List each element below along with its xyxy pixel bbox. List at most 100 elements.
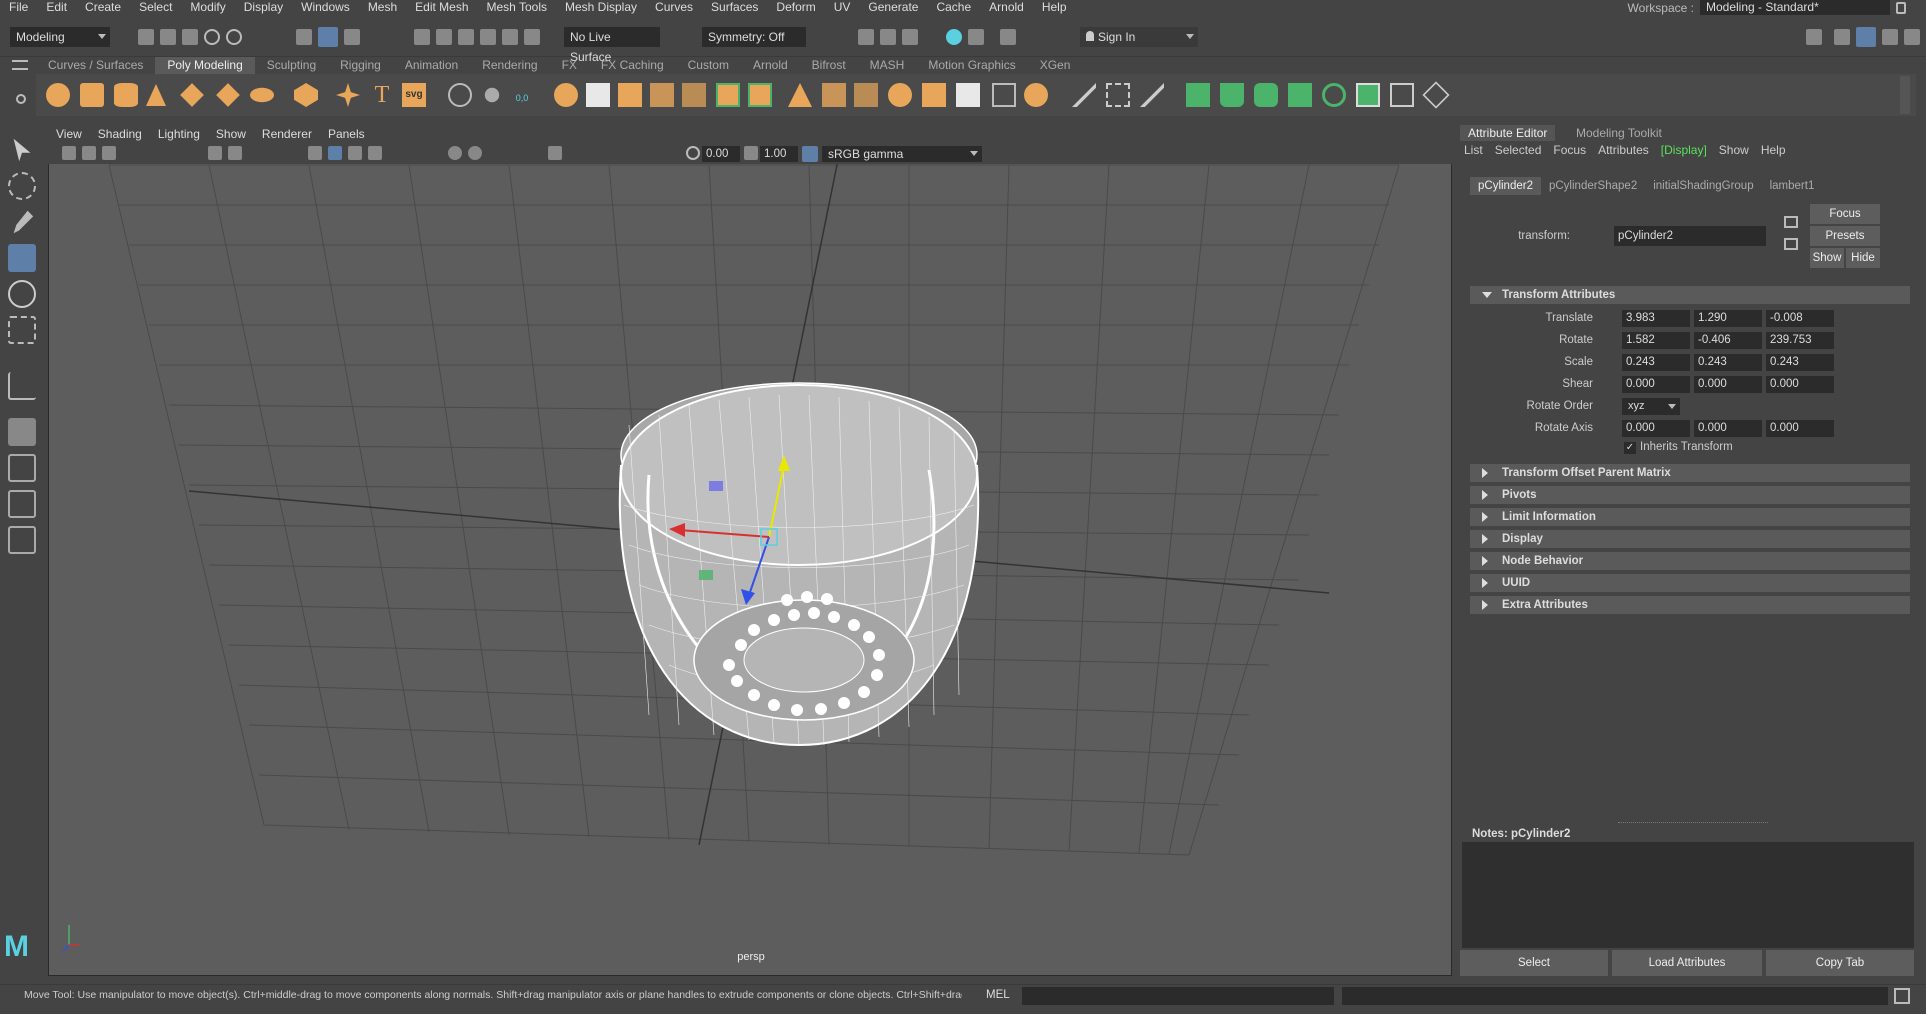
pause-icon[interactable]: [1000, 29, 1016, 45]
cylindrical-map-icon[interactable]: [1254, 83, 1278, 107]
ae-menu-display[interactable]: [Display]: [1655, 142, 1713, 158]
menu-cache[interactable]: Cache: [927, 0, 980, 15]
shelf-tab-rigging[interactable]: Rigging: [328, 57, 393, 74]
mesh-wireframe[interactable]: [618, 382, 980, 747]
menu-arnold[interactable]: Arnold: [980, 0, 1033, 15]
shelf-tab-rendering[interactable]: Rendering: [470, 57, 549, 74]
scale-y-field[interactable]: 0.243: [1694, 354, 1762, 371]
super-shape-icon[interactable]: [336, 83, 360, 107]
four-layout-icon[interactable]: [8, 454, 36, 482]
modeling-toolkit-icon[interactable]: [1806, 29, 1822, 45]
lock-icon[interactable]: [1896, 1, 1906, 14]
section-display[interactable]: Display: [1470, 530, 1910, 548]
color-management-icon[interactable]: [802, 146, 818, 162]
workspace-dropdown[interactable]: Modeling - Standard*: [1700, 0, 1890, 15]
menu-mesh[interactable]: Mesh: [359, 0, 406, 15]
tab-modeling-toolkit[interactable]: Modeling Toolkit: [1568, 125, 1670, 141]
new-scene-icon[interactable]: [138, 29, 154, 45]
menu-deform[interactable]: Deform: [767, 0, 824, 15]
insert-loop-icon[interactable]: [1106, 83, 1130, 107]
rotate-tool-icon[interactable]: [8, 280, 36, 308]
shear-z-field[interactable]: 0.000: [1766, 376, 1834, 393]
ae-menu-show[interactable]: Show: [1713, 142, 1755, 158]
gamma-icon[interactable]: [744, 146, 758, 160]
rotate-axis-z-field[interactable]: 0.000: [1766, 420, 1834, 437]
redo-icon[interactable]: [226, 29, 242, 45]
planar-map-icon[interactable]: [1220, 83, 1244, 107]
ae-menu-list[interactable]: List: [1458, 142, 1489, 158]
select-tool-icon[interactable]: [13, 138, 31, 162]
section-pivots[interactable]: Pivots: [1470, 486, 1910, 504]
multi-cut-icon[interactable]: [888, 83, 912, 107]
camera-attr-icon[interactable]: [82, 146, 96, 160]
scale-tool-icon[interactable]: [8, 316, 36, 344]
outliner-layout-icon[interactable]: [8, 526, 36, 554]
move-tool-icon[interactable]: [8, 244, 36, 272]
symmetry-dropdown[interactable]: Symmetry: Off: [702, 27, 806, 47]
quad-draw-icon[interactable]: [992, 83, 1016, 107]
poly-cube-icon[interactable]: [80, 83, 104, 107]
copy-tab-button[interactable]: Copy Tab: [1766, 950, 1914, 976]
menu-create[interactable]: Create: [76, 0, 130, 15]
shelf-tab-mash[interactable]: MASH: [858, 57, 917, 74]
textured-icon[interactable]: [348, 146, 362, 160]
menu-windows[interactable]: Windows: [292, 0, 359, 15]
merge-icon[interactable]: [1024, 83, 1048, 107]
shelf-settings-icon[interactable]: [16, 94, 26, 104]
poly-plane-icon[interactable]: [216, 83, 240, 107]
smooth-icon[interactable]: [618, 83, 642, 107]
section-node-behavior[interactable]: Node Behavior: [1470, 552, 1910, 570]
snap-point-icon[interactable]: [458, 29, 474, 45]
translate-y-field[interactable]: 1.290: [1694, 310, 1762, 327]
viewport-3d[interactable]: persp: [48, 124, 1452, 976]
poly-torus-icon[interactable]: [180, 83, 204, 107]
last-tool-icon[interactable]: [8, 372, 36, 400]
show-button[interactable]: Show: [1810, 248, 1844, 268]
shelf-tab-custom[interactable]: Custom: [676, 57, 741, 74]
rotate-order-dropdown[interactable]: xyz: [1622, 398, 1680, 415]
shelf-tab-poly-modeling[interactable]: Poly Modeling: [155, 57, 255, 74]
undo-icon[interactable]: [204, 29, 220, 45]
rotate-axis-x-field[interactable]: 0.000: [1622, 420, 1690, 437]
viewport-menu-renderer[interactable]: Renderer: [254, 127, 320, 141]
attribute-editor-icon[interactable]: [1834, 29, 1850, 45]
node-tab-pcylinder2[interactable]: pCylinder2: [1470, 177, 1541, 195]
select-hierarchy-icon[interactable]: [296, 29, 312, 45]
camera-select-icon[interactable]: [62, 146, 76, 160]
outliner-toggle-icon[interactable]: [1904, 29, 1920, 45]
section-transform-attributes[interactable]: Transform Attributes: [1470, 286, 1910, 304]
append-icon[interactable]: [822, 83, 846, 107]
ae-menu-selected[interactable]: Selected: [1489, 142, 1548, 158]
select-node-icon[interactable]: [1784, 216, 1798, 228]
menu-help[interactable]: Help: [1033, 0, 1076, 15]
viewport-canvas[interactable]: [49, 125, 1452, 976]
snap-surface-icon[interactable]: [502, 29, 518, 45]
workspace-selector[interactable]: Workspace : Modeling - Standard*: [1628, 0, 1906, 15]
tool-settings-icon[interactable]: [1882, 29, 1898, 45]
rotate-axis-y-field[interactable]: 0.000: [1694, 420, 1762, 437]
wireframe-icon[interactable]: [308, 146, 322, 160]
uv-editor-icon[interactable]: [1186, 83, 1210, 107]
poly-platonic-icon[interactable]: [294, 83, 318, 107]
rotate-z-field[interactable]: 239.753: [1766, 332, 1834, 349]
ae-menu-help[interactable]: Help: [1755, 142, 1792, 158]
notes-textarea[interactable]: [1462, 842, 1914, 948]
extrude-icon[interactable]: [716, 83, 740, 107]
combine-icon[interactable]: [554, 83, 578, 107]
node-tab-pcylindershape2[interactable]: pCylinderShape2: [1541, 177, 1645, 195]
exposure-field[interactable]: 0.00: [702, 146, 740, 162]
bevel-icon[interactable]: [748, 83, 772, 107]
film-gate-icon[interactable]: [228, 146, 242, 160]
layout-uv-icon[interactable]: [1356, 83, 1380, 107]
snap-vertex-icon[interactable]: [524, 29, 540, 45]
node-tab-lambert1[interactable]: lambert1: [1762, 177, 1823, 195]
render-settings-icon[interactable]: [902, 29, 918, 45]
rotate-y-field[interactable]: -0.406: [1694, 332, 1762, 349]
tab-attribute-editor[interactable]: Attribute Editor: [1460, 125, 1556, 141]
channel-box-icon[interactable]: [1856, 27, 1876, 47]
shelf-tab-motion-graphics[interactable]: Motion Graphics: [916, 57, 1027, 74]
gamma-field[interactable]: 1.00: [760, 146, 798, 162]
save-scene-icon[interactable]: [182, 29, 198, 45]
target-weld-icon[interactable]: [922, 83, 946, 107]
smooth-shade-icon[interactable]: [328, 146, 342, 160]
